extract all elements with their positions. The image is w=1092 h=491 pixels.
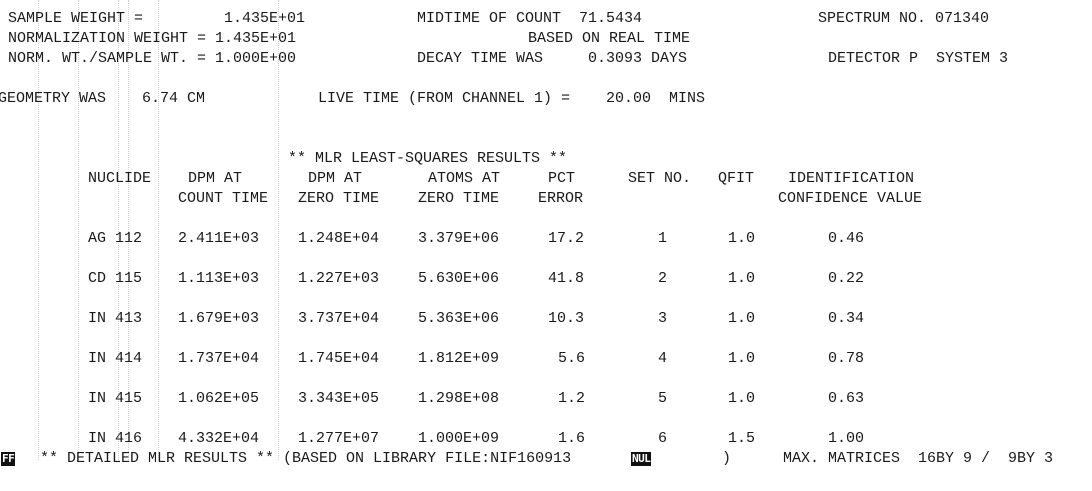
col-header-confidence: CONFIDENCE VALUE	[778, 190, 923, 207]
cell-nuclide: IN 415	[88, 390, 143, 407]
spectrum-number: SPECTRUM NO. 071340	[818, 10, 990, 27]
col-header-atoms-zero-sub: ZERO TIME	[418, 190, 500, 207]
col-header-pct-error: PCT	[548, 170, 576, 187]
cell-qfit: 1.0	[728, 390, 756, 407]
cell-pct-error: 10.3	[548, 310, 585, 327]
cell-dpm-zero: 3.343E+05	[298, 390, 380, 407]
cell-set-no: 4	[658, 350, 668, 367]
cell-set-no: 5	[658, 390, 668, 407]
cell-dpm-zero: 1.277E+07	[298, 430, 380, 447]
cell-confidence: 0.46	[828, 230, 865, 247]
cell-dpm-zero: 1.227E+03	[298, 270, 380, 287]
col-header-identification: IDENTIFICATION	[788, 170, 915, 187]
cell-atoms-zero: 1.298E+08	[418, 390, 500, 407]
cell-atoms-zero: 1.812E+09	[418, 350, 500, 367]
cell-qfit: 1.0	[728, 310, 756, 327]
norm-ratio-line: NORM. WT./SAMPLE WT. = 1.000E+00	[8, 50, 297, 67]
cell-dpm-count: 1.679E+03	[178, 310, 260, 327]
cell-set-no: 2	[658, 270, 668, 287]
cell-pct-error: 5.6	[558, 350, 586, 367]
cell-pct-error: 17.2	[548, 230, 585, 247]
detector-system: DETECTOR P SYSTEM 3	[828, 50, 1009, 67]
form-feed-control-glyph: FF	[1, 452, 16, 466]
cell-nuclide: IN 414	[88, 350, 143, 367]
library-close-paren: )	[722, 450, 732, 467]
cell-confidence: 0.63	[828, 390, 865, 407]
cell-atoms-zero: 5.363E+06	[418, 310, 500, 327]
column-guide	[38, 0, 39, 460]
cell-dpm-zero: 1.248E+04	[298, 230, 380, 247]
col-header-set-no: SET NO.	[628, 170, 692, 187]
column-guide	[78, 0, 79, 460]
results-title: ** MLR LEAST-SQUARES RESULTS **	[288, 150, 568, 167]
null-control-glyph: NUL	[631, 452, 652, 466]
col-header-pct-error-sub: ERROR	[538, 190, 584, 207]
cell-nuclide: AG 112	[88, 230, 143, 247]
col-header-dpm-zero: DPM AT	[308, 170, 363, 187]
col-header-nuclide: NUCLIDE	[88, 170, 152, 187]
cell-nuclide: IN 416	[88, 430, 143, 447]
cell-dpm-count: 2.411E+03	[178, 230, 260, 247]
max-matrices: MAX. MATRICES 16BY 9 / 9BY 3	[783, 450, 1054, 467]
cell-confidence: 0.34	[828, 310, 865, 327]
detailed-results-line: ** DETAILED MLR RESULTS ** (BASED ON LIB…	[40, 450, 572, 467]
normalization-weight-line: NORMALIZATION WEIGHT = 1.435E+01	[8, 30, 297, 47]
cell-pct-error: 41.8	[548, 270, 585, 287]
col-header-qfit: QFIT	[718, 170, 755, 187]
col-header-dpm-zero-sub: ZERO TIME	[298, 190, 380, 207]
cell-confidence: 1.00	[828, 430, 865, 447]
sample-weight-line: SAMPLE WEIGHT = 1.435E+01	[8, 10, 306, 27]
cell-atoms-zero: 1.000E+09	[418, 430, 500, 447]
cell-pct-error: 1.2	[558, 390, 586, 407]
decay-time: DECAY TIME WAS 0.3093 DAYS	[417, 50, 688, 67]
cell-dpm-count: 4.332E+04	[178, 430, 260, 447]
cell-qfit: 1.0	[728, 350, 756, 367]
cell-set-no: 3	[658, 310, 668, 327]
cell-qfit: 1.0	[728, 230, 756, 247]
midtime-of-count: MIDTIME OF COUNT 71.5434	[417, 10, 643, 27]
cell-dpm-zero: 1.745E+04	[298, 350, 380, 367]
cell-confidence: 0.22	[828, 270, 865, 287]
cell-dpm-zero: 3.737E+04	[298, 310, 380, 327]
col-header-atoms-zero: ATOMS AT	[428, 170, 501, 187]
col-header-dpm-count: DPM AT	[188, 170, 243, 187]
cell-dpm-count: 1.737E+04	[178, 350, 260, 367]
cell-dpm-count: 1.062E+05	[178, 390, 260, 407]
cell-qfit: 1.0	[728, 270, 756, 287]
cell-dpm-count: 1.113E+03	[178, 270, 260, 287]
column-guide	[158, 0, 159, 460]
column-guide	[278, 0, 279, 460]
cell-nuclide: IN 413	[88, 310, 143, 327]
cell-qfit: 1.5	[728, 430, 756, 447]
cell-confidence: 0.78	[828, 350, 865, 367]
live-time-line: LIVE TIME (FROM CHANNEL 1) = 20.00 MINS	[318, 90, 706, 107]
cell-set-no: 1	[658, 230, 668, 247]
based-on-real-time: BASED ON REAL TIME	[528, 30, 691, 47]
cell-atoms-zero: 5.630E+06	[418, 270, 500, 287]
cell-atoms-zero: 3.379E+06	[418, 230, 500, 247]
cell-set-no: 6	[658, 430, 668, 447]
col-header-dpm-count-sub: COUNT TIME	[178, 190, 269, 207]
cell-nuclide: CD 115	[88, 270, 143, 287]
terminal-screen: SAMPLE WEIGHT = 1.435E+01 MIDTIME OF COU…	[0, 0, 1092, 491]
cell-pct-error: 1.6	[558, 430, 586, 447]
geometry-line: GEOMETRY WAS 6.74 CM	[0, 90, 206, 107]
